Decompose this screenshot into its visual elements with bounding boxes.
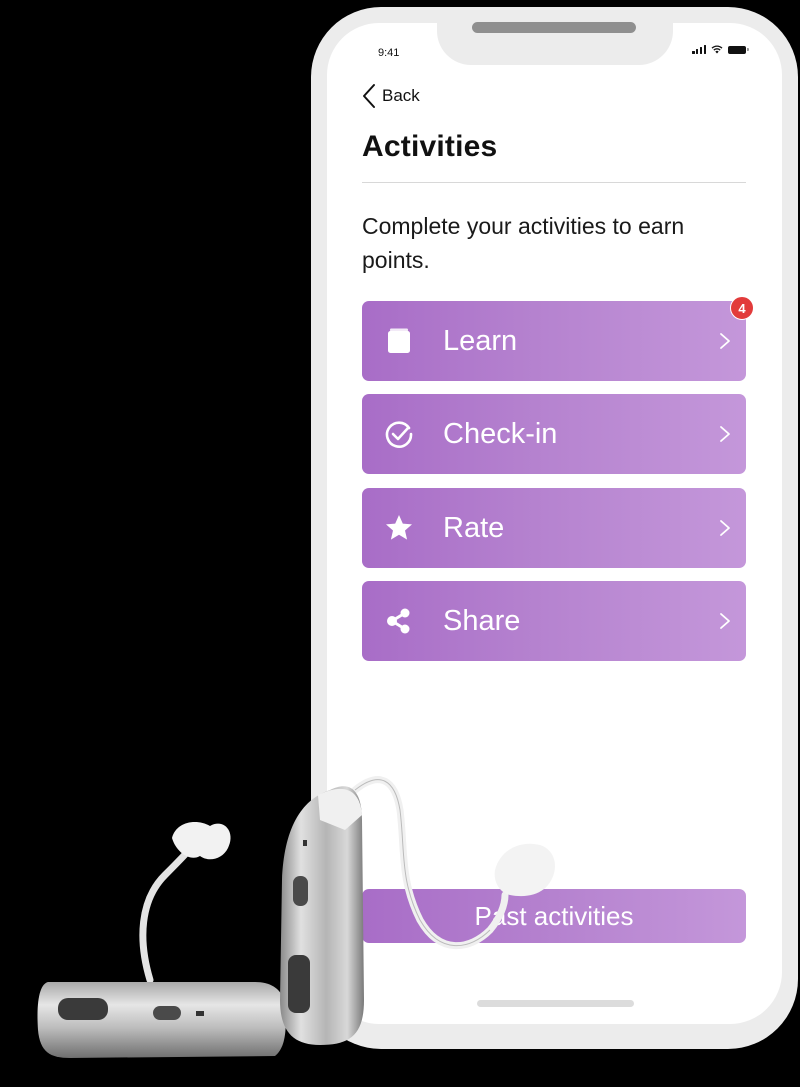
chevron-right-icon bbox=[720, 333, 730, 349]
notification-badge: 4 bbox=[730, 296, 754, 320]
status-icons bbox=[692, 44, 749, 54]
back-label: Back bbox=[382, 86, 420, 105]
chevron-right-icon bbox=[720, 520, 730, 536]
activity-label: Learn bbox=[443, 324, 518, 357]
activity-label: Rate bbox=[443, 511, 505, 544]
activity-rate-button[interactable]: Rate bbox=[362, 488, 746, 568]
back-button[interactable]: Back bbox=[362, 83, 420, 109]
past-activities-button[interactable]: Past activities bbox=[362, 889, 746, 943]
activity-learn-button[interactable]: Learn bbox=[362, 301, 746, 381]
activity-label: Share bbox=[443, 604, 521, 637]
status-time: 9:41 bbox=[378, 47, 400, 59]
left-hearing-aid bbox=[37, 822, 286, 1058]
battery-icon bbox=[728, 45, 749, 54]
activity-share-button[interactable]: Share bbox=[362, 581, 746, 661]
wifi-icon bbox=[711, 45, 723, 54]
share-icon bbox=[384, 606, 414, 636]
cellular-signal-icon bbox=[692, 44, 706, 54]
book-icon bbox=[384, 326, 414, 356]
phone-frame: 9:41 Back Activities Complete your activ… bbox=[311, 7, 798, 1049]
home-indicator[interactable] bbox=[477, 1000, 634, 1007]
check-circle-icon bbox=[384, 419, 414, 449]
chevron-right-icon bbox=[720, 613, 730, 629]
page-title: Activities bbox=[362, 130, 498, 163]
star-icon bbox=[384, 513, 414, 543]
chevron-right-icon bbox=[720, 426, 730, 442]
activity-label: Check-in bbox=[443, 417, 558, 450]
page-description: Complete your activities to earn points. bbox=[362, 213, 685, 273]
chevron-left-icon bbox=[363, 84, 375, 108]
title-divider bbox=[362, 182, 746, 183]
activity-check-in-button[interactable]: Check-in bbox=[362, 394, 746, 474]
phone-speaker bbox=[472, 22, 636, 33]
phone-screen: 9:41 Back Activities Complete your activ… bbox=[327, 23, 782, 1024]
